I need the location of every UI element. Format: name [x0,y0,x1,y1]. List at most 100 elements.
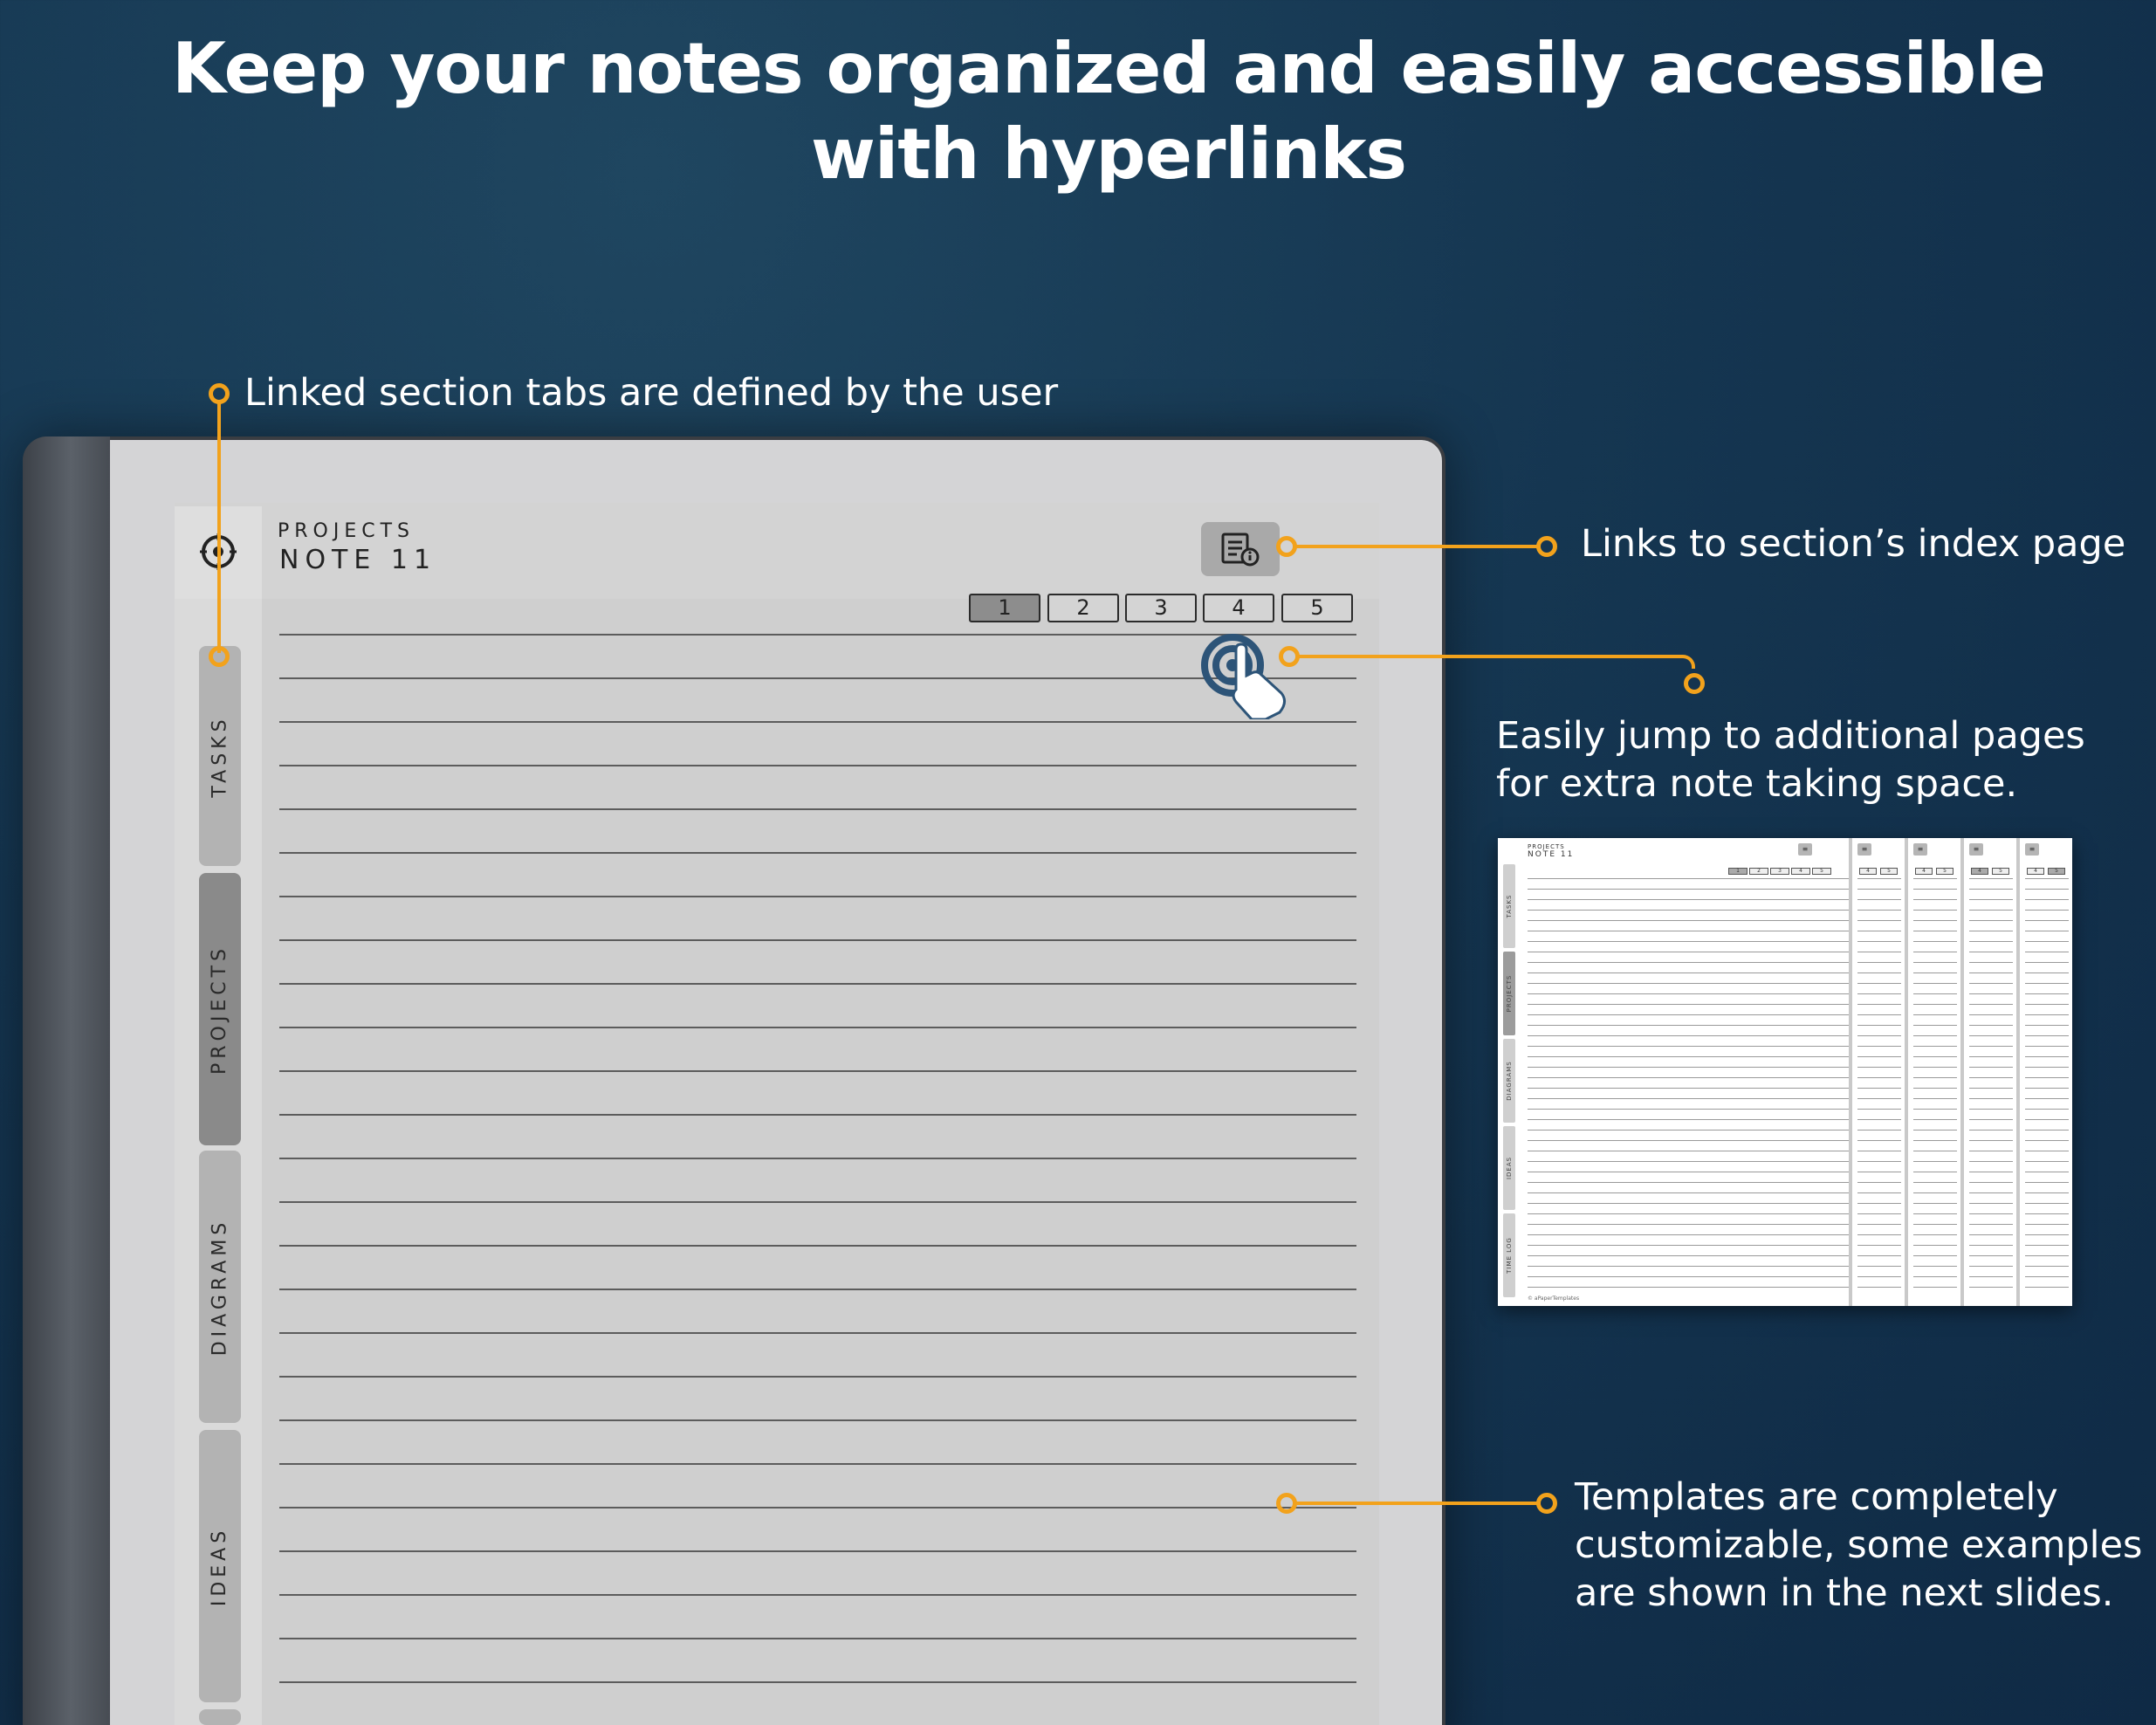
preview-ruled-line [1969,1234,2013,1235]
preview-index-icon: ≡ [1913,843,1927,856]
preview-ruled-line [2025,1056,2069,1057]
preview-extra-page-3: ≡ 4 5 [1964,838,2016,1306]
preview-ruled-line [1913,1056,1957,1057]
page-button-3[interactable]: 3 [1125,594,1197,622]
notebook-kicker: PROJECTS [278,520,415,542]
preview-ruled-line [1857,1182,1901,1183]
callout-line-pages [1298,655,1682,658]
preview-ruled-line [1969,1255,2013,1256]
preview-ruled-line [1857,1067,1901,1068]
preview-ruled-line [1528,962,1849,963]
headline-line-1: Keep your notes organized and easily acc… [172,28,2046,109]
preview-ruled-line [2025,1130,2069,1131]
preview-ruled-line [2025,972,2069,973]
preview-ruled-line [1969,962,2013,963]
page-button-2[interactable]: 2 [1047,594,1119,622]
tab-ideas[interactable]: IDEAS [199,1430,241,1702]
preview-ruled-line [1528,1255,1849,1256]
ruled-line [279,1594,1356,1596]
preview-ruled-line [1857,910,1901,911]
preview-ruled-line [1913,1213,1957,1214]
preview-ruled-line [1857,1077,1901,1078]
preview-ruled-line [1913,993,1957,994]
preview-ruled-line [1913,1140,1957,1141]
preview-ruled-line [1857,1140,1901,1141]
preview-title: NOTE 11 [1528,850,1575,859]
preview-ruled-line [1857,1255,1901,1256]
callout-templates-text-2: customizable, some examples [1575,1523,2143,1567]
preview-ruled-line [1857,972,1901,973]
preview-ruled-line [1913,1161,1957,1162]
preview-ruled-line [2025,1046,2069,1047]
preview-main-page: PROJECTS NOTE 11 ≡ 1 2 3 4 5 TASKS PROJE… [1498,838,1849,1306]
tablet-spine [23,436,110,1725]
ruled-line [279,1681,1356,1683]
preview-ruled-line [2025,941,2069,942]
preview-page-4: 4 [1791,868,1810,875]
preview-ruled-line [1528,1140,1849,1141]
ruled-line [279,1419,1356,1421]
preview-ruled-line [1528,993,1849,994]
ruled-line [279,896,1356,897]
preview-tab-ideas: IDEAS [1503,1126,1515,1210]
preview-tab-diagrams: DIAGRAMS [1503,1039,1515,1123]
preview-ruled-line [1969,1140,2013,1141]
preview-ruled-line [1857,1130,1901,1131]
ruled-line [279,1027,1356,1028]
callout-dot-pages [1279,646,1300,667]
preview-ruled-line [1528,1067,1849,1068]
callout-dot-tabs-end [209,646,230,667]
preview-ruled-line [1913,1182,1957,1183]
preview-ruled-line [1857,1224,1901,1225]
ruled-line [279,677,1356,679]
tab-projects[interactable]: PROJECTS [199,873,241,1145]
preview-ruled-line [1969,1025,2013,1026]
tab-tasks[interactable]: TASKS [199,646,241,866]
preview-ruled-line [1528,1088,1849,1089]
preview-tab-projects: PROJECTS [1503,952,1515,1035]
callout-dot-templates [1276,1493,1297,1514]
tab-next[interactable] [199,1709,241,1725]
preview-index-icon: ≡ [2025,843,2039,856]
preview-extra-page-button: 5 [1936,868,1953,875]
preview-ruled-line [2025,1234,2069,1235]
tab-diagrams[interactable]: DIAGRAMS [199,1151,241,1423]
preview-ruled-line [1528,1213,1849,1214]
preview-ruled-line [2025,910,2069,911]
preview-ruled-line [1969,1192,2013,1193]
preview-ruled-line [1528,1276,1849,1277]
preview-extra-page-button: 5 [2048,868,2065,875]
page-button-1[interactable]: 1 [969,594,1040,622]
preview-ruled-line [1969,889,2013,890]
preview-ruled-line [1528,1161,1849,1162]
preview-ruled-line [1857,1287,1901,1288]
index-page-button[interactable] [1201,522,1280,576]
callout-dot-tabs [209,383,230,404]
page-button-5[interactable]: 5 [1281,594,1353,622]
preview-index-icon: ≡ [1798,843,1812,856]
preview-ruled-line [2025,1119,2069,1120]
preview-ruled-line [1969,972,2013,973]
preview-ruled-line [1913,1255,1957,1256]
page-button-4[interactable]: 4 [1203,594,1274,622]
preview-ruled-line [1969,1245,2013,1246]
callout-index-text: Links to section’s index page [1581,522,2126,566]
preview-ruled-line [1528,1014,1849,1015]
preview-ruled-line [2025,889,2069,890]
preview-ruled-line [1528,1098,1849,1099]
preview-ruled-line [1857,1119,1901,1120]
preview-ruled-line [1969,1287,2013,1288]
preview-ruled-line [1528,1182,1849,1183]
preview-ruled-line [1913,1266,1957,1267]
preview-ruled-line [1913,962,1957,963]
preview-ruled-line [1913,878,1957,879]
preview-ruled-line [1528,1035,1849,1036]
preview-ruled-line [1857,1014,1901,1015]
preview-ruled-line [1969,1119,2013,1120]
callout-templates-text-3: are shown in the next slides. [1575,1571,2114,1615]
preview-ruled-line [1528,983,1849,984]
preview-page-1: 1 [1728,868,1747,875]
preview-index-icon: ≡ [1857,843,1871,856]
tab-ideas-label: IDEAS [209,1526,231,1606]
preview-ruled-line [2025,878,2069,879]
